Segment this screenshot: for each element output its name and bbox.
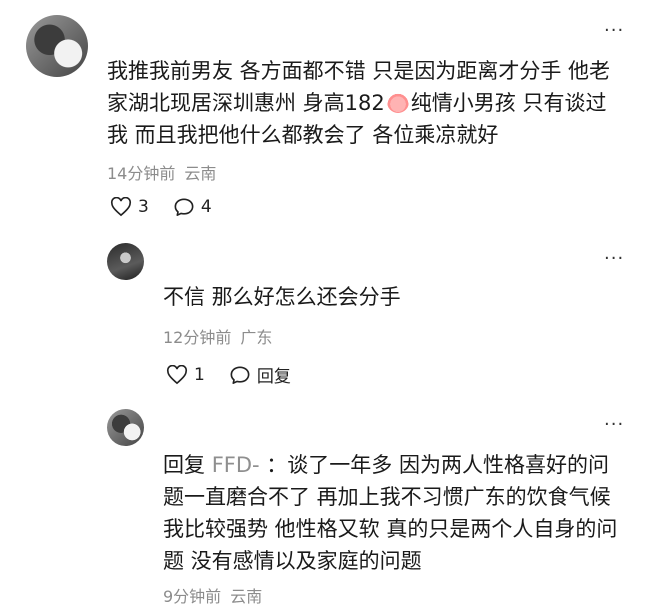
reply-button[interactable]: 回复: [229, 362, 291, 387]
avatar[interactable]: [26, 15, 88, 77]
location: 云南: [184, 164, 217, 183]
location: 云南: [230, 587, 263, 606]
timestamp: 9分钟前: [163, 587, 222, 606]
more-options-icon[interactable]: ···: [604, 250, 624, 268]
avatar[interactable]: [107, 243, 144, 280]
comment-text: 回复 FFD- ：谈了一年多 因为两人性格喜好的问 题一直磨合不了 再加上我不习…: [163, 453, 618, 573]
comment-meta: 12分钟前 广东: [163, 324, 272, 348]
like-count: 1: [194, 364, 205, 385]
comment-actions: 3 4: [110, 197, 236, 217]
comment-bubble-icon: [174, 198, 194, 216]
more-options-icon[interactable]: ···: [604, 416, 624, 434]
like-button[interactable]: 3: [110, 197, 149, 217]
comment-text: 不信 那么好怎么还会分手: [163, 285, 401, 309]
peach-emoji-icon: [386, 91, 409, 113]
heart-icon: [110, 197, 132, 217]
timestamp: 14分钟前: [107, 164, 176, 183]
comment-thread: ··· 我推我前男友 各方面都不错 只是因为距离才分手 他老 家湖北现居深圳惠州…: [0, 0, 660, 612]
reply-label: 回复: [256, 367, 291, 387]
more-options-icon[interactable]: ···: [604, 22, 624, 40]
avatar[interactable]: [107, 409, 144, 446]
comment-text: 我推我前男友 各方面都不错 只是因为距离才分手 他老 家湖北现居深圳惠州 身高1…: [107, 59, 611, 147]
reply-count: 4: [200, 197, 212, 217]
heart-icon: [166, 364, 188, 384]
reply-button[interactable]: 4: [173, 197, 212, 217]
timestamp: 12分钟前: [163, 328, 232, 347]
comment-meta: 9分钟前 云南: [163, 583, 262, 607]
location: 广东: [240, 328, 273, 347]
reply-to-username[interactable]: FFD-: [212, 453, 267, 477]
like-button[interactable]: 1: [166, 364, 205, 385]
comment-bubble-icon: [230, 365, 250, 384]
comment-actions: 1 回复: [166, 362, 315, 387]
like-count: 3: [138, 197, 149, 217]
comment-meta: 14分钟前 云南: [107, 160, 216, 184]
